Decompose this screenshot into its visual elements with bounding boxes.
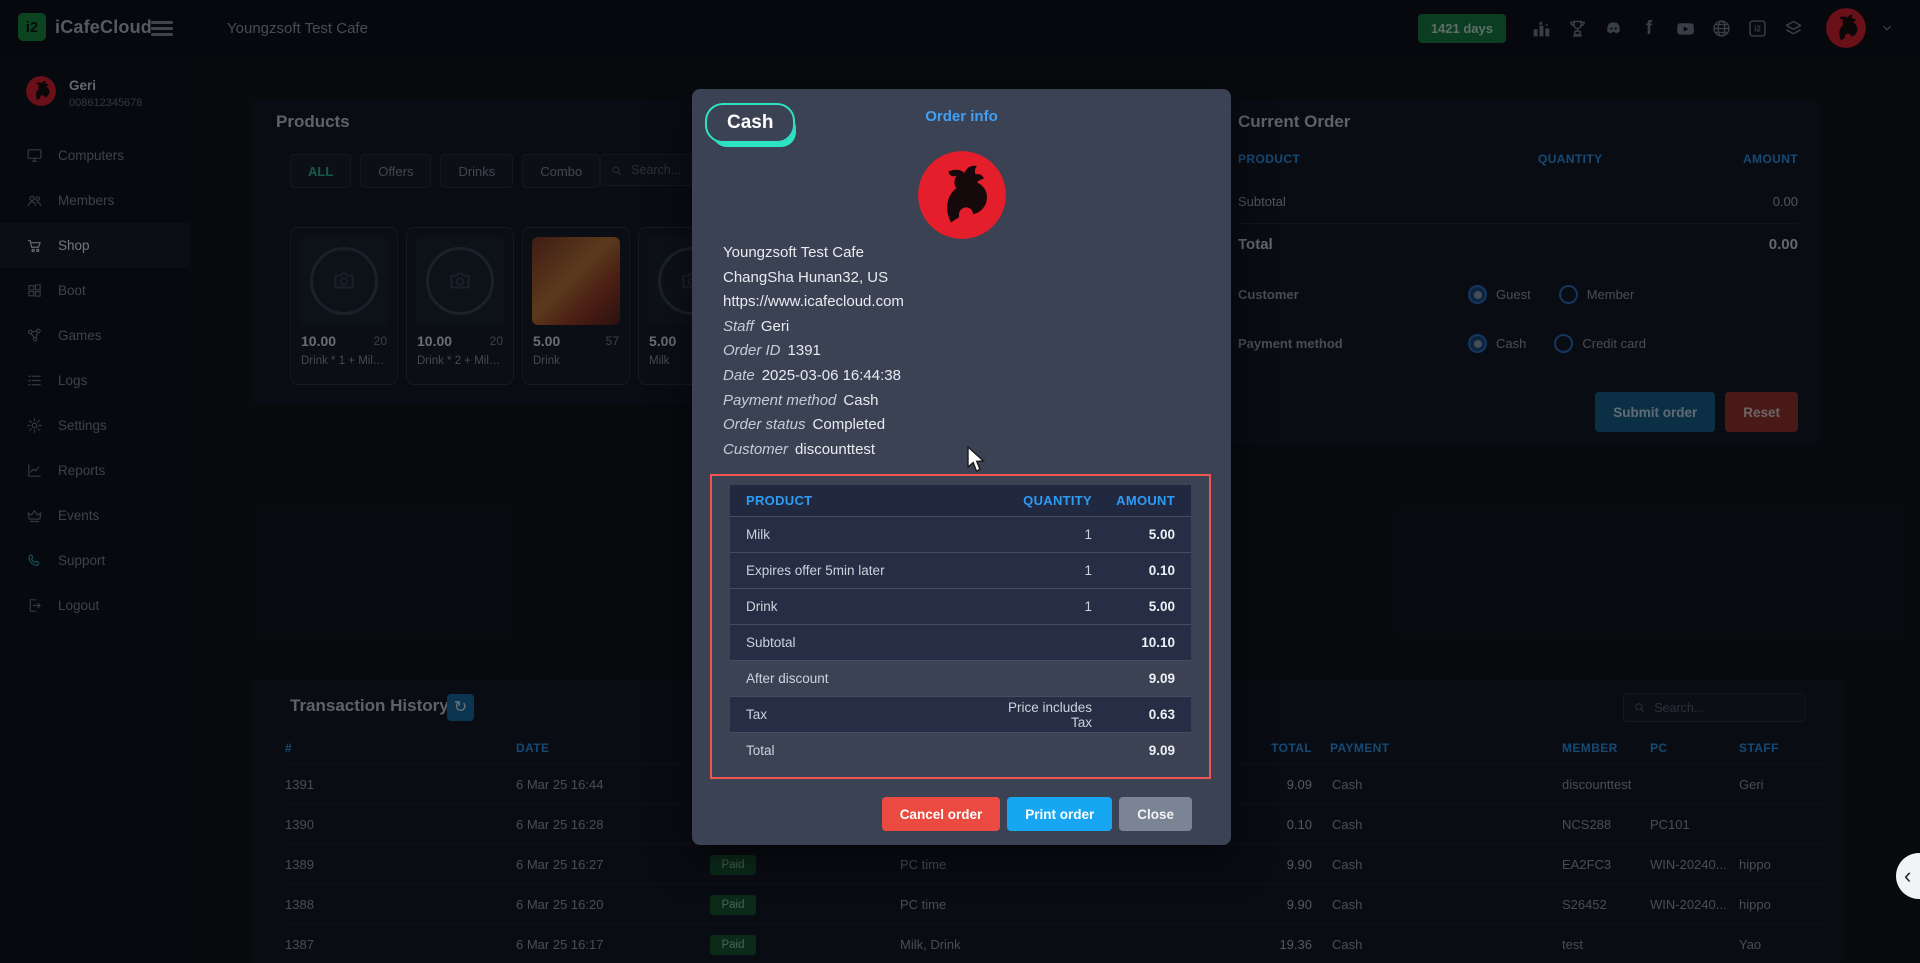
cell-amount: 10.10 (1108, 625, 1191, 661)
cancel-order-button[interactable]: Cancel order (882, 797, 1001, 831)
column-quantity: QUANTITY (984, 485, 1108, 517)
cell-amount: 5.00 (1108, 517, 1191, 553)
cell-product: Expires offer 5min later (730, 553, 984, 589)
cell-quantity: Price includes Tax (984, 697, 1108, 733)
cafe-name: Youngzsoft Test Cafe (723, 241, 904, 266)
order-item-row: Milk 1 5.00 (730, 517, 1191, 553)
cell-amount: 9.09 (1108, 733, 1191, 769)
modal-title: Order info (692, 108, 1231, 125)
cell-product: Tax (730, 697, 984, 733)
field-customer: Customerdiscounttest (723, 438, 904, 463)
cell-product: Drink (730, 589, 984, 625)
order-items-table: PRODUCT QUANTITY AMOUNT Milk 1 5.00 Expi… (730, 485, 1191, 768)
cell-amount: 0.63 (1108, 697, 1191, 733)
cell-amount: 9.09 (1108, 661, 1191, 697)
cafe-address: ChangSha Hunan32, US (723, 266, 904, 291)
order-info-modal: Cash Order info Youngzsoft Test Cafe Cha… (692, 89, 1231, 845)
field-payment-method: Payment methodCash (723, 389, 904, 414)
field-staff: StaffGeri (723, 315, 904, 340)
close-button[interactable]: Close (1119, 797, 1192, 831)
order-subtotal-row: Subtotal 10.10 (730, 625, 1191, 661)
cell-quantity (984, 625, 1108, 661)
cafe-website: https://www.icafecloud.com (723, 290, 904, 315)
cell-product: Total (730, 733, 984, 769)
cell-product: After discount (730, 661, 984, 697)
order-discount-row: After discount 9.09 (730, 661, 1191, 697)
modal-actions: Cancel order Print order Close (882, 797, 1192, 831)
field-order-status: Order statusCompleted (723, 413, 904, 438)
cell-amount: 5.00 (1108, 589, 1191, 625)
app-root: i2 iCafeCloud Youngzsoft Test Cafe 1421 … (0, 0, 1920, 963)
order-items-header-row: PRODUCT QUANTITY AMOUNT (730, 485, 1191, 517)
field-order-id: Order ID1391 (723, 339, 904, 364)
order-tax-row: Tax Price includes Tax 0.63 (730, 697, 1191, 733)
print-order-button[interactable]: Print order (1007, 797, 1112, 831)
cell-quantity (984, 661, 1108, 697)
cell-amount: 0.10 (1108, 553, 1191, 589)
order-total-row: Total 9.09 (730, 733, 1191, 769)
order-items-highlight-box: PRODUCT QUANTITY AMOUNT Milk 1 5.00 Expi… (710, 474, 1211, 779)
cafe-logo (918, 151, 1006, 239)
cell-quantity (984, 733, 1108, 769)
column-product: PRODUCT (730, 485, 984, 517)
cell-product: Milk (730, 517, 984, 553)
cell-quantity: 1 (984, 589, 1108, 625)
order-item-row: Expires offer 5min later 1 0.10 (730, 553, 1191, 589)
cell-quantity: 1 (984, 553, 1108, 589)
order-item-row: Drink 1 5.00 (730, 589, 1191, 625)
cell-quantity: 1 (984, 517, 1108, 553)
order-info-block: Youngzsoft Test Cafe ChangSha Hunan32, U… (723, 241, 904, 462)
cell-product: Subtotal (730, 625, 984, 661)
field-date: Date2025-03-06 16:44:38 (723, 364, 904, 389)
column-amount: AMOUNT (1108, 485, 1191, 517)
